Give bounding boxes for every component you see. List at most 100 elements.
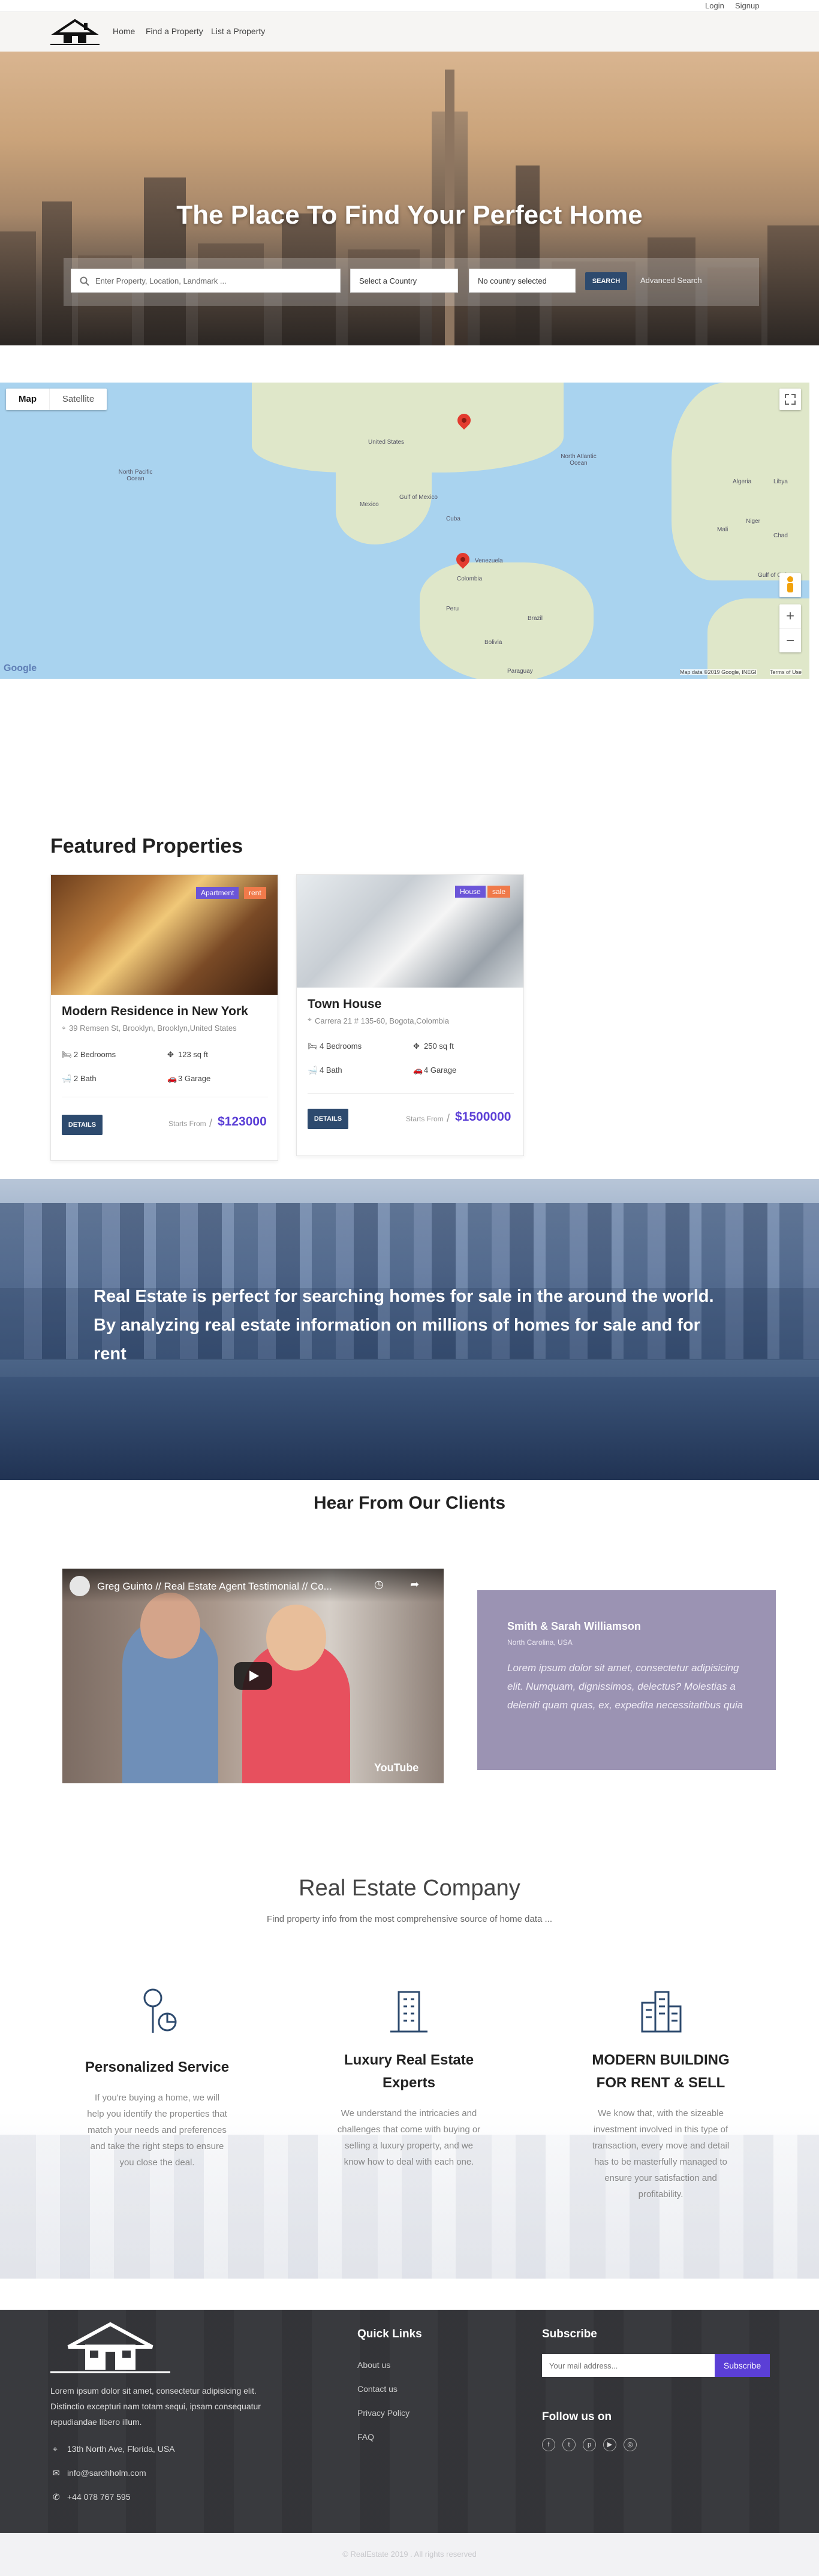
hero-section: The Place To Find Your Perfect Home Ente… xyxy=(0,52,819,345)
top-bar: Login Signup xyxy=(0,0,819,12)
youtube-icon[interactable]: ▶ xyxy=(603,2438,616,2451)
advanced-search-link[interactable]: Advanced Search xyxy=(640,276,702,285)
map-label: Cuba xyxy=(446,516,460,522)
property-price: $123000 xyxy=(218,1115,267,1128)
property-bedrooms: 2 Bedrooms xyxy=(74,1050,116,1059)
youtube-logo[interactable]: YouTube xyxy=(374,1762,418,1774)
footer-email[interactable]: info@sarchholm.com xyxy=(67,2468,146,2478)
map-label: Libya xyxy=(773,479,788,485)
service-text: If you're buying a home, we will help yo… xyxy=(87,2093,227,2168)
bed-icon: 🛏 xyxy=(308,1042,318,1051)
property-search-input[interactable]: Enter Property, Location, Landmark ... xyxy=(71,269,341,293)
property-garage: 3 Garage xyxy=(178,1074,211,1083)
nav-find-property[interactable]: Find a Property xyxy=(146,26,203,36)
banner-text: Real Estate is perfect for searching hom… xyxy=(94,1287,714,1364)
country-select-value: Select a Country xyxy=(359,276,417,285)
street-view-pegman[interactable] xyxy=(779,573,801,597)
footer-link-about[interactable]: About us xyxy=(357,2360,390,2370)
service-title: MODERN BUILDING FOR RENT & SELL xyxy=(592,2052,730,2091)
google-logo: Google xyxy=(4,663,37,673)
luxury-building-icon xyxy=(390,1991,427,2033)
hero-building xyxy=(767,225,819,345)
area-icon: ✥ xyxy=(167,1050,174,1059)
card-divider xyxy=(308,1093,514,1094)
city-select[interactable]: No country selected xyxy=(469,269,576,293)
map-type-control: Map Satellite xyxy=(6,389,107,410)
property-card[interactable]: House sale Town House ⌖ Carrera 21 # 135… xyxy=(296,874,524,1156)
property-map[interactable]: United States North Pacific Ocean North … xyxy=(0,383,809,679)
property-area: 250 sq ft xyxy=(424,1042,454,1051)
channel-avatar[interactable] xyxy=(70,1576,90,1596)
subscribe-email-input[interactable] xyxy=(542,2354,715,2377)
featured-title: Featured Properties xyxy=(50,835,243,857)
share-icon[interactable]: ➦ xyxy=(410,1578,419,1591)
map-label: Venezuela xyxy=(475,558,503,564)
map-land-south-america xyxy=(420,562,594,679)
property-title[interactable]: Town House xyxy=(308,997,381,1012)
nav-list-property[interactable]: List a Property xyxy=(211,26,265,36)
map-label: North Pacific Ocean xyxy=(118,469,153,482)
service-modern-building: MODERN BUILDING FOR RENT & SELL We know … xyxy=(565,1985,757,2202)
map-label: Colombia xyxy=(457,576,483,582)
footer-logo-house-icon[interactable] xyxy=(50,2321,170,2375)
company-title: Real Estate Company xyxy=(299,1876,520,1901)
fullscreen-icon xyxy=(785,394,796,405)
play-button[interactable] xyxy=(234,1662,272,1690)
service-personalized: Personalized Service If you're buying a … xyxy=(61,1985,253,2171)
garage-icon: 🚗 xyxy=(167,1074,177,1083)
nav-home[interactable]: Home xyxy=(113,26,135,36)
subscribe-button[interactable]: Subscribe xyxy=(715,2354,770,2377)
service-title: Luxury Real Estate Experts xyxy=(344,2052,474,2091)
logo-house-icon[interactable] xyxy=(50,18,100,46)
service-text: We understand the intricacies and challe… xyxy=(337,2108,481,2167)
property-status-badge: rent xyxy=(244,887,266,899)
banner-water xyxy=(0,1377,819,1480)
garage-icon: 🚗 xyxy=(413,1066,423,1075)
country-select[interactable]: Select a Country xyxy=(350,269,458,293)
details-button[interactable]: DETAILS xyxy=(62,1115,103,1135)
footer-phone[interactable]: +44 078 767 595 xyxy=(67,2492,131,2502)
hero-title: The Place To Find Your Perfect Home xyxy=(176,200,643,230)
zoom-out-button[interactable]: − xyxy=(779,628,801,652)
video-person-woman-face xyxy=(266,1605,326,1671)
zoom-in-button[interactable]: + xyxy=(779,604,801,628)
terms-link[interactable]: Terms of Use xyxy=(770,669,802,675)
client-name: Smith & Sarah Williamson xyxy=(507,1620,641,1632)
video-title[interactable]: Greg Guinto // Real Estate Agent Testimo… xyxy=(97,1581,332,1593)
details-button[interactable]: DETAILS xyxy=(308,1109,348,1129)
signup-link[interactable]: Signup xyxy=(735,1,759,10)
property-area: 123 sq ft xyxy=(178,1050,208,1059)
pinterest-icon[interactable]: p xyxy=(583,2438,596,2451)
map-label: Gulf of Mexico xyxy=(399,494,438,501)
login-link[interactable]: Login xyxy=(705,1,724,10)
map-label: Peru xyxy=(446,606,459,612)
price-divider: / xyxy=(447,1112,450,1124)
search-icon xyxy=(80,276,89,286)
map-label: Algeria xyxy=(733,479,752,485)
footer-link-contact[interactable]: Contact us xyxy=(357,2384,398,2394)
map-tab-map[interactable]: Map xyxy=(6,389,49,410)
footer-link-faq[interactable]: FAQ xyxy=(357,2432,374,2442)
property-title[interactable]: Modern Residence in New York xyxy=(62,1004,248,1019)
twitter-icon[interactable]: t xyxy=(562,2438,576,2451)
personalized-service-icon xyxy=(143,1988,177,2033)
testimonial-video[interactable]: Greg Guinto // Real Estate Agent Testimo… xyxy=(62,1569,444,1783)
dribbble-icon[interactable]: ◎ xyxy=(624,2438,637,2451)
footer-about: Lorem ipsum dolor sit amet, consectetur … xyxy=(50,2386,261,2427)
map-label: Paraguay xyxy=(507,668,533,675)
search-button[interactable]: SEARCH xyxy=(585,272,627,290)
map-label: Mali xyxy=(717,526,728,533)
map-tab-satellite[interactable]: Satellite xyxy=(49,389,107,410)
city-banner: Real Estate is perfect for searching hom… xyxy=(0,1179,819,1480)
quick-links-title: Quick Links xyxy=(357,2328,422,2340)
footer-address: 13th North Ave, Florida, USA xyxy=(67,2444,175,2454)
fullscreen-button[interactable] xyxy=(779,389,801,410)
property-card[interactable]: Apartment rent Modern Residence in New Y… xyxy=(50,874,278,1161)
property-bedrooms: 4 Bedrooms xyxy=(320,1042,362,1051)
watch-later-icon[interactable]: ◷ xyxy=(374,1578,384,1591)
property-price: $1500000 xyxy=(455,1110,511,1124)
facebook-icon[interactable]: f xyxy=(542,2438,555,2451)
starts-from-label: Starts From xyxy=(168,1120,206,1128)
zoom-controls: + − xyxy=(779,604,801,652)
footer-link-privacy[interactable]: Privacy Policy xyxy=(357,2408,410,2418)
